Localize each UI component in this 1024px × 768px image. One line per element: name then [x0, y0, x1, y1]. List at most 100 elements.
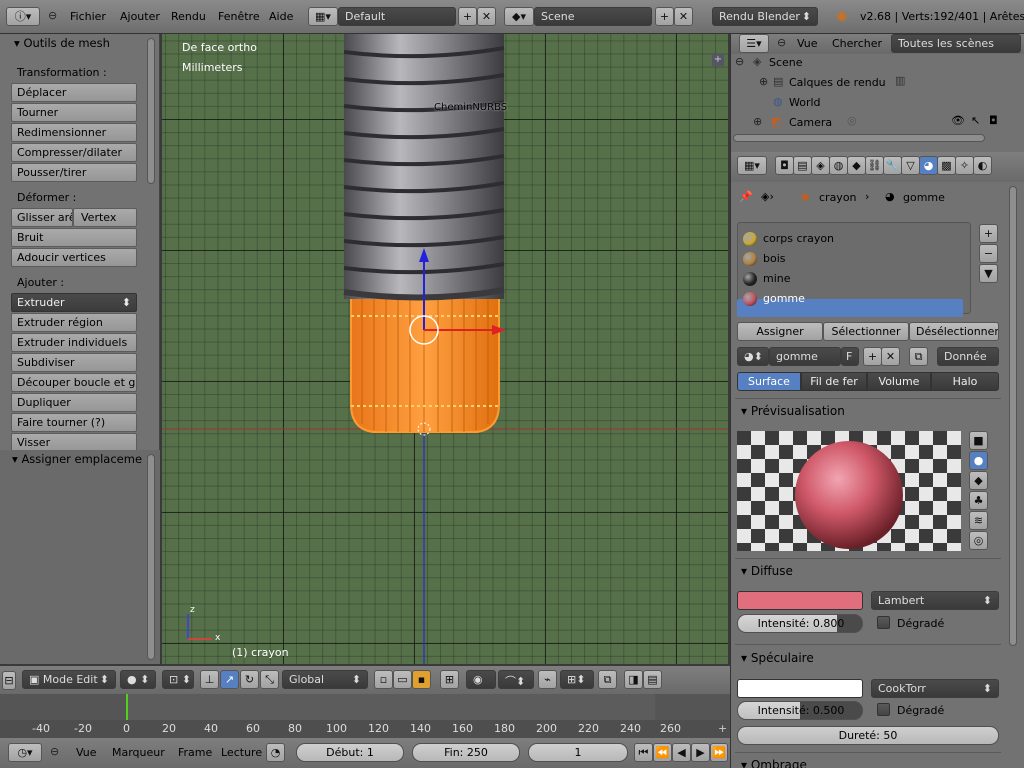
menu-aide[interactable]: Aide [269, 10, 293, 23]
render-still-icon[interactable]: ◨ [624, 670, 643, 689]
material-slot[interactable]: bois [743, 250, 963, 268]
tab-halo[interactable]: Halo [931, 372, 999, 391]
snap-toggle-icon[interactable]: ⌁ [538, 670, 557, 689]
preview-sphere-icon[interactable]: ● [969, 451, 988, 470]
assign-button[interactable]: Assigner [737, 322, 823, 341]
modifiers-tab-icon[interactable]: 🔧 [883, 156, 902, 175]
preview-panel-header[interactable]: ▾ Prévisualisation [741, 404, 845, 418]
pivot-select[interactable]: ⊡ ⬍ [162, 670, 194, 689]
object-tab-icon[interactable]: ◆ [847, 156, 866, 175]
remove-scene-icon[interactable]: ✕ [674, 7, 693, 26]
info-editor-icon[interactable]: ⓘ▾ [6, 7, 40, 26]
collapse-menu-icon[interactable]: ⊖ [50, 745, 59, 758]
menu-frame[interactable]: Frame [178, 746, 212, 759]
menu-fenetre[interactable]: Fenêtre [218, 10, 260, 23]
menu-rendu[interactable]: Rendu [171, 10, 206, 23]
diffuse-shader-select[interactable]: Lambert ⬍ [871, 591, 999, 610]
material-slot[interactable]: corps crayon [743, 230, 963, 248]
timeline-area[interactable] [0, 694, 730, 720]
end-frame-field[interactable]: Fin: 250 [412, 743, 520, 762]
limit-selection-icon[interactable]: ⊞ [440, 670, 459, 689]
specular-color-swatch[interactable] [737, 679, 863, 698]
translate-manipulator-icon[interactable]: ↗ [220, 670, 239, 689]
link-select[interactable]: Donnée⬍ [937, 347, 999, 366]
physics-tab-icon[interactable]: ◐ [973, 156, 992, 175]
loop-cut-slide-button[interactable]: Découper boucle et glis [11, 373, 137, 392]
collapse-menu-icon[interactable]: ⊖ [777, 36, 786, 49]
extrude-menu[interactable]: Extruder ⬍ [11, 293, 137, 312]
expand-icon[interactable]: ⊕ [753, 115, 762, 128]
vertex-select-icon[interactable]: ▫ [374, 670, 393, 689]
next-keyframe-icon[interactable]: ⏩ [710, 743, 728, 762]
scene-icon[interactable]: ◆▾ [504, 7, 534, 26]
outliner-h-scrollbar[interactable] [733, 134, 985, 142]
falloff-select[interactable]: ⌒⬍ [498, 670, 534, 689]
diffuse-intensity-slider[interactable]: Intensité: 0.800 [737, 614, 863, 633]
diffuse-panel-header[interactable]: ▾ Diffuse [741, 564, 793, 578]
layout-select[interactable]: Default [338, 7, 456, 26]
preview-hair-icon[interactable]: ≋ [969, 511, 988, 530]
vertex-slide-button[interactable]: Vertex [73, 208, 137, 227]
screen-layout-icon[interactable]: ▦▾ [308, 7, 338, 26]
select-button[interactable]: Sélectionner [823, 322, 909, 341]
visibility-eye-icon[interactable]: 👁 [951, 114, 965, 127]
menu-lecture[interactable]: Lecture [221, 746, 262, 759]
shading-panel-header[interactable]: ▾ Ombrage [741, 758, 807, 768]
duplicate-button[interactable]: Dupliquer [11, 393, 137, 412]
subdivide-button[interactable]: Subdiviser [11, 353, 137, 372]
remove-slot-icon[interactable]: − [979, 244, 998, 263]
add-layout-icon[interactable]: + [458, 7, 477, 26]
manipulator-toggle-icon[interactable]: ⊥ [200, 670, 219, 689]
new-material-icon[interactable]: + [863, 347, 882, 366]
assign-scrollbar[interactable] [147, 454, 155, 660]
rotate-manipulator-icon[interactable]: ↻ [240, 670, 259, 689]
fake-user-button[interactable]: F [841, 347, 859, 366]
current-frame-field[interactable]: 1 [528, 743, 628, 762]
properties-scrollbar[interactable] [1009, 186, 1017, 646]
tab-surface[interactable]: Surface [737, 372, 801, 391]
menu-fichier[interactable]: Fichier [70, 10, 106, 23]
expand-panel-icon[interactable]: + [712, 54, 724, 66]
shrink-fatten-button[interactable]: Compresser/dilater [11, 143, 137, 162]
smooth-vertices-button[interactable]: Adoucir vertices [11, 248, 137, 267]
remove-layout-icon[interactable]: ✕ [477, 7, 496, 26]
material-browse-select[interactable]: ◕⬍ [737, 347, 769, 366]
data-tab-icon[interactable]: ▽ [901, 156, 920, 175]
render-layer-tab-icon[interactable]: ▤ [793, 156, 812, 175]
outliner-item-camera[interactable]: Camera [789, 116, 832, 129]
outliner-menu-vue[interactable]: Vue [797, 37, 818, 50]
spin-button[interactable]: Faire tourner (?) [11, 413, 137, 432]
preview-monkey-icon[interactable]: ♣ [969, 491, 988, 510]
material-slot[interactable]: mine [743, 270, 963, 288]
outliner-menu-chercher[interactable]: Chercher [832, 37, 882, 50]
scene-select[interactable]: Scene [534, 7, 652, 26]
specular-shader-select[interactable]: CookTorr ⬍ [871, 679, 999, 698]
preview-range-icon[interactable]: ◔ [266, 743, 285, 762]
render-anim-icon[interactable]: ▤ [643, 670, 662, 689]
preview-cube-icon[interactable]: ◆ [969, 471, 988, 490]
edge-slide-button[interactable]: Glisser arê [11, 208, 73, 227]
menu-vue[interactable]: Vue [76, 746, 97, 759]
extrude-region-button[interactable]: Extruder région [11, 313, 137, 332]
diffuse-ramp-checkbox[interactable] [877, 616, 890, 629]
deselect-button[interactable]: Désélectionner [909, 322, 999, 341]
current-frame-marker[interactable] [126, 694, 128, 720]
scale-manipulator-icon[interactable]: ⤡ [260, 670, 279, 689]
add-slot-icon[interactable]: + [979, 224, 998, 243]
preview-flat-icon[interactable]: ■ [969, 431, 988, 450]
material-slot[interactable]: gomme [743, 290, 963, 308]
face-select-icon[interactable]: ▪ [412, 670, 431, 689]
particles-tab-icon[interactable]: ✧ [955, 156, 974, 175]
hardness-field[interactable]: Dureté: 50 [737, 726, 999, 745]
material-name-field[interactable]: gomme [769, 347, 841, 366]
preview-sphere-sky-icon[interactable]: ◎ [969, 531, 988, 550]
start-frame-field[interactable]: Début: 1 [296, 743, 404, 762]
outliner-editor-icon[interactable]: ☰▾ [739, 34, 769, 53]
render-engine-select[interactable]: Rendu Blender ⬍ [712, 7, 818, 26]
shading-select[interactable]: ● ⬍ [120, 670, 156, 689]
editor-type-icon[interactable]: ⊟ [2, 671, 16, 690]
edge-select-icon[interactable]: ▭ [393, 670, 412, 689]
menu-marqueur[interactable]: Marqueur [112, 746, 165, 759]
outliner-item-render-layers[interactable]: Calques de rendu [789, 76, 886, 89]
snap-element-select[interactable]: ⊞⬍ [560, 670, 594, 689]
